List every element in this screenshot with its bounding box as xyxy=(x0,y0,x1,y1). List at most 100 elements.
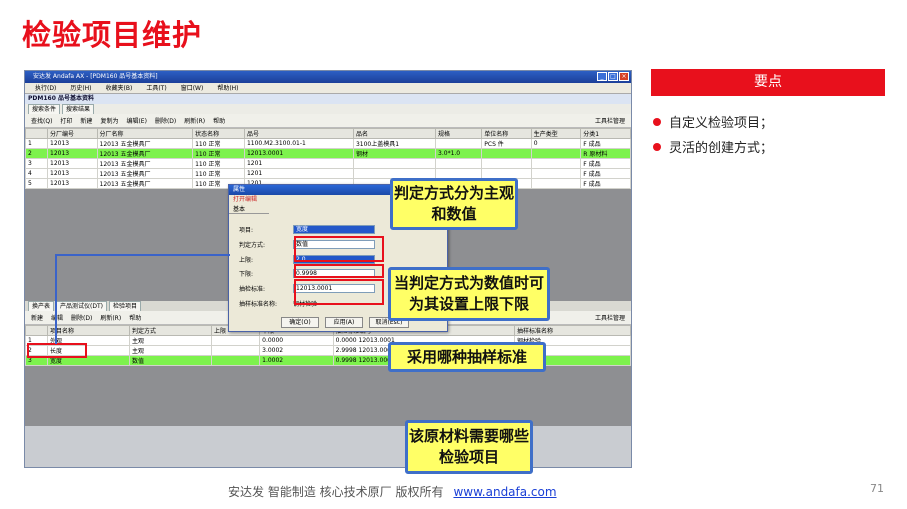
tab-search-criteria[interactable]: 搜索条件 xyxy=(28,104,61,114)
table-row[interactable]: 1 12013 12013 五金模具厂 110 正常 1100.M2.3100.… xyxy=(25,138,631,149)
table-row-selected[interactable]: 2 12013 12013 五金模具厂 110 正常 12013.0001 钢材… xyxy=(25,148,631,159)
page-title: 检验项目维护 xyxy=(22,18,203,52)
ok-button[interactable]: 确定(O) xyxy=(281,317,319,328)
row-number: 5 xyxy=(25,178,48,189)
bottom-toolbar-manage-button[interactable]: 工具栏管理 xyxy=(595,313,625,322)
edit-button[interactable]: 编辑(E) xyxy=(126,116,146,125)
cell: F 成品 xyxy=(580,138,631,149)
maximize-button[interactable]: □ xyxy=(608,72,618,81)
key-points-header: 要点 xyxy=(651,69,885,96)
cell xyxy=(352,158,437,169)
cell: 1201 xyxy=(243,158,354,169)
bullet-dot-icon xyxy=(653,117,661,126)
field-label: 项目: xyxy=(239,227,254,234)
col-header[interactable]: 判定方式 xyxy=(129,325,213,336)
cell: 110 正常 xyxy=(192,138,245,149)
bullet-item: 灵活的创建方式； xyxy=(653,137,773,156)
menu-tools[interactable]: 工具(T) xyxy=(146,83,166,93)
bullet-item: 自定义检验项目； xyxy=(653,112,773,131)
menu-favorites[interactable]: 收藏夹(B) xyxy=(106,83,133,93)
tab-search-results[interactable]: 搜索结果 xyxy=(62,104,95,114)
dialog-tab-basic[interactable]: 基本 xyxy=(229,205,269,214)
cell: 主观 xyxy=(129,345,213,356)
copy-as-button[interactable]: 复制为 xyxy=(100,116,118,125)
footer-link[interactable]: www.andafa.com xyxy=(453,485,556,499)
items-grid: 分厂编号 分厂名称 状态名称 品号 品名 规格 单位名称 生产类型 分类1 1 … xyxy=(25,128,631,189)
print-button[interactable]: 打印 xyxy=(60,116,72,125)
cell: 110 正常 xyxy=(192,158,245,169)
cell xyxy=(481,158,532,169)
cell: 110 正常 xyxy=(192,148,245,159)
toolbar: 查找(Q) 打印 新建 复制为 编辑(E) 删除(D) 刷新(R) 帮助 工具栏… xyxy=(25,114,631,128)
bottom-edit-button[interactable]: 编辑 xyxy=(51,313,63,322)
cell: 主观 xyxy=(129,335,213,346)
menu-bar: 执行(D) 历史(H) 收藏夹(B) 工具(T) 窗口(W) 帮助(H) xyxy=(25,83,631,94)
col-header[interactable]: 分厂编号 xyxy=(47,128,98,139)
col-header[interactable]: 状态名称 xyxy=(192,128,245,139)
cell: 12013 五金模具厂 xyxy=(96,158,194,169)
refresh-button[interactable]: 刷新(R) xyxy=(184,116,205,125)
cell: F 成品 xyxy=(580,178,631,189)
tab-bottom-1[interactable]: 换产表 xyxy=(28,301,55,311)
cell: 钢材 xyxy=(352,148,437,159)
find-button[interactable]: 查找(Q) xyxy=(31,116,52,125)
highlight-judge-method xyxy=(294,236,384,262)
cell: 12013 xyxy=(47,148,98,159)
menu-history[interactable]: 历史(H) xyxy=(70,83,91,93)
minimize-button[interactable]: _ xyxy=(597,72,607,81)
cell xyxy=(530,148,582,159)
table-row[interactable]: 4 12013 12013 五金模具厂 110 正常 1201 F 成品 xyxy=(25,168,631,179)
menu-run[interactable]: 执行(D) xyxy=(35,83,56,93)
cell xyxy=(530,168,582,179)
tab-bottom-2[interactable]: 产品测试仪(DT) xyxy=(56,301,107,311)
cell xyxy=(530,178,582,189)
col-header[interactable]: 规格 xyxy=(435,128,483,139)
menu-window[interactable]: 窗口(W) xyxy=(181,83,204,93)
cell xyxy=(530,158,582,169)
table-row[interactable]: 3 12013 12013 五金模具厂 110 正常 1201 F 成品 xyxy=(25,158,631,169)
col-header[interactable]: 单位名称 xyxy=(481,128,532,139)
cell: 12013 xyxy=(47,158,98,169)
connector-line xyxy=(55,254,230,256)
highlight-limits xyxy=(294,264,384,278)
row-header-cell xyxy=(25,128,48,139)
cell xyxy=(211,345,261,356)
connector-line xyxy=(55,254,57,344)
menu-help[interactable]: 帮助(H) xyxy=(217,83,238,93)
cell: F 成品 xyxy=(580,168,631,179)
help-button[interactable]: 帮助 xyxy=(213,116,225,125)
cell: PCS 件 xyxy=(481,138,532,149)
cell xyxy=(435,138,483,149)
bullet-text: 自定义检验项目； xyxy=(669,116,774,131)
window-titlebar: 安达发 Andafa AX - [PDM160 品号基本资料] _ □ × xyxy=(25,71,631,83)
toolbar-manage-button[interactable]: 工具栏管理 xyxy=(595,116,625,125)
delete-button[interactable]: 删除(D) xyxy=(155,116,176,125)
field-label: 抽样标准名称: xyxy=(239,301,278,308)
col-header[interactable]: 抽样标准名称 xyxy=(514,325,631,336)
cell: 1100.M2.3100.01-1 xyxy=(243,138,354,149)
item-field[interactable]: 宽度 xyxy=(293,225,375,234)
col-header[interactable]: 品名 xyxy=(352,128,437,139)
cell: 12013 五金模具厂 xyxy=(96,178,194,189)
bottom-help-button[interactable]: 帮助 xyxy=(129,313,141,322)
callout-inspection-items: 该原材料需要哪些检验项目 xyxy=(405,420,533,474)
field-label: 上限: xyxy=(239,257,254,264)
col-header[interactable]: 分类1 xyxy=(580,128,631,139)
tab-inspection-items[interactable]: 检验项目 xyxy=(108,301,141,311)
bottom-new-button[interactable]: 新建 xyxy=(31,313,43,322)
col-header[interactable]: 生产类型 xyxy=(530,128,582,139)
col-header[interactable]: 分厂名称 xyxy=(96,128,194,139)
apply-button[interactable]: 应用(A) xyxy=(325,317,363,328)
col-header[interactable]: 项目名称 xyxy=(46,325,131,336)
bottom-delete-button[interactable]: 删除(D) xyxy=(71,313,92,322)
callout-judge-method: 判定方式分为主观和数值 xyxy=(390,178,518,230)
bottom-refresh-button[interactable]: 刷新(R) xyxy=(100,313,121,322)
col-header[interactable]: 品号 xyxy=(243,128,354,139)
new-button[interactable]: 新建 xyxy=(80,116,92,125)
cell: 12013 xyxy=(47,168,98,179)
bullet-text: 灵活的创建方式； xyxy=(669,141,774,156)
cell: 0.0000 xyxy=(259,335,334,346)
cell: F 成品 xyxy=(580,158,631,169)
cell xyxy=(435,168,483,179)
close-button[interactable]: × xyxy=(619,72,629,81)
